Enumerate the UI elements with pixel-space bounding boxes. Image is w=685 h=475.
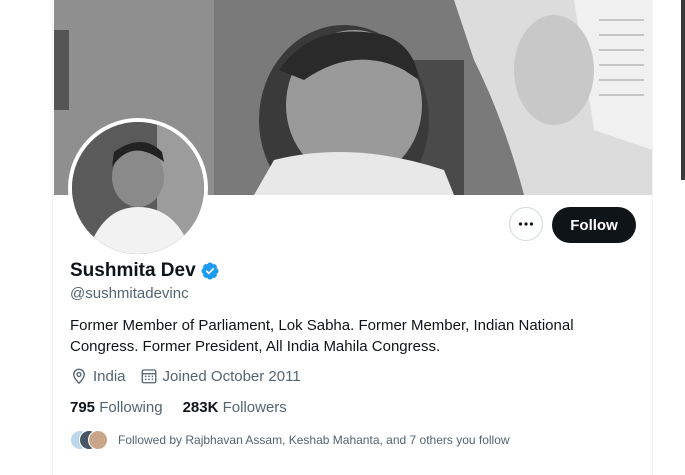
- verified-badge-icon[interactable]: [200, 261, 220, 281]
- location-text: India: [93, 367, 126, 385]
- location-item: India: [70, 367, 126, 385]
- following-link[interactable]: 795 Following: [70, 399, 163, 416]
- joined-item: Joined October 2011: [140, 367, 301, 385]
- profile-avatar[interactable]: [68, 118, 208, 258]
- follow-button[interactable]: Follow: [552, 207, 636, 243]
- followed-by-row[interactable]: Followed by Rajbhavan Assam, Keshab Maha…: [70, 430, 510, 450]
- profile-bio: Former Member of Parliament, Lok Sabha. …: [70, 317, 574, 355]
- calendar-icon: [141, 369, 156, 384]
- profile-column: Follow Sushmita Dev @sushmitadevinc Form…: [54, 0, 652, 475]
- display-name: Sushmita Dev: [70, 260, 196, 281]
- avatar-photo: [72, 122, 204, 254]
- followers-link[interactable]: 283K Followers: [183, 399, 287, 416]
- location-pin-icon: [73, 368, 85, 385]
- following-label: Following: [99, 399, 163, 416]
- profile-handle: @sushmitadevinc: [70, 285, 189, 302]
- follow-stats: 795 Following 283K Followers: [70, 399, 307, 416]
- left-sidebar-edge: [0, 0, 53, 475]
- name-row: Sushmita Dev: [70, 260, 220, 282]
- joined-text: Joined October 2011: [162, 367, 301, 385]
- right-edge-strip: [681, 0, 685, 180]
- followers-you-know-avatars: [70, 430, 110, 450]
- profile-meta: India Joined October 2011: [70, 367, 315, 385]
- followed-by-text: Followed by Rajbhavan Assam, Keshab Maha…: [118, 433, 510, 447]
- followers-count: 283K: [182, 399, 219, 416]
- following-count: 795: [70, 399, 96, 416]
- ellipsis-icon: [518, 222, 534, 226]
- followers-label: Followers: [222, 399, 287, 416]
- more-options-button[interactable]: [509, 207, 543, 241]
- avatar: [88, 430, 108, 450]
